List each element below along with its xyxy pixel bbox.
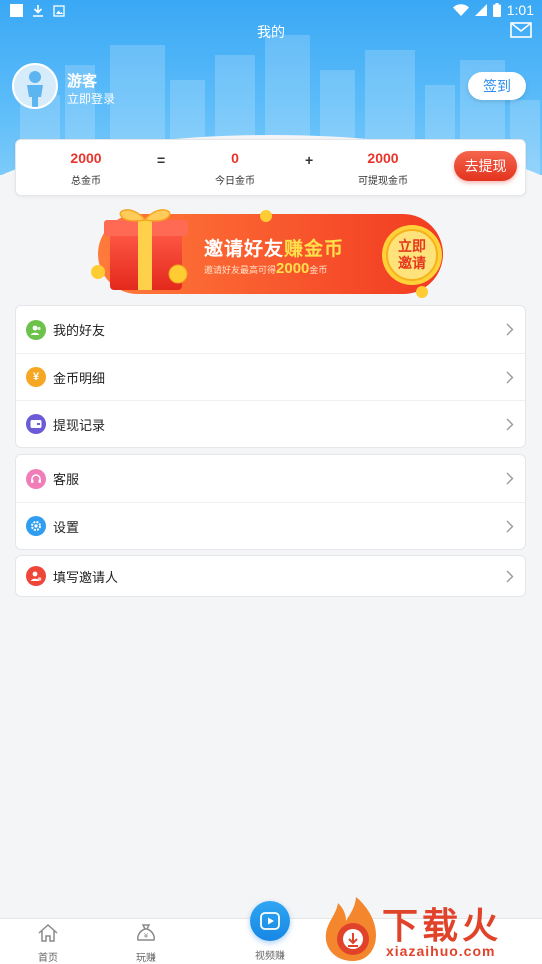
watermark-domain: xiazaihuo.com [386,943,496,959]
avatar[interactable] [12,63,58,109]
sign-in-button[interactable]: 签到 [468,72,526,100]
today-coins-label: 今日金币 [215,176,255,187]
menu-label-withdraw-records: 提现记录 [53,417,106,433]
banner-title-earn: 赚金币 [284,239,345,260]
menu-item-coin-details[interactable]: ¥ 金币明细 [16,353,525,400]
menu-label-customer-service: 客服 [53,472,80,487]
menu-item-enter-inviter[interactable]: 填写邀请人 [16,556,525,596]
chevron-right-icon [506,520,514,533]
menu-item-customer-service[interactable]: 客服 [16,455,525,502]
menu-group-support: 客服 设置 [15,454,526,550]
withdrawable-coins-value: 2000 [367,150,399,166]
guest-avatar-icon [14,65,56,107]
menu-item-withdraw-records[interactable]: 提现记录 [16,400,525,447]
nav-video-earn-button[interactable] [250,901,290,941]
chevron-right-icon [506,418,514,431]
chevron-right-icon [506,472,514,485]
nav-play-earn[interactable]: ¥ 玩赚 [116,923,176,964]
home-icon [38,923,58,942]
flame-logo-icon [325,897,376,961]
banner-subtitle-amount: 2000 [276,260,310,277]
banner-subtitle-prefix: 邀请好友最高可得 [204,265,277,275]
nav-home[interactable]: 首页 [18,923,78,964]
status-time: 1:01 [506,2,534,18]
banner-cta-line1[interactable]: 立即 [387,238,437,255]
download-icon [33,5,43,17]
wifi-icon [452,4,469,16]
menu-group-account: 我的好友 ¥ 金币明细 提现记录 [15,305,526,448]
chevron-right-icon [506,323,514,336]
chevron-right-icon [506,371,514,384]
total-coins-label: 总金币 [71,176,101,187]
menu-item-my-friends[interactable]: 我的好友 [16,306,525,353]
banner-cta-line2[interactable]: 邀请 [387,255,437,272]
status-bar: 1:01 [0,0,542,22]
video-play-icon [260,912,280,930]
signal-icon [474,4,487,16]
banner-subtitle-suffix: 金币 [309,265,328,275]
app-notification-icon [10,4,23,17]
menu-label-coin-details: 金币明细 [53,370,106,386]
today-coins-value: 0 [231,150,239,166]
yuan-coin-icon: ¥ [26,367,46,387]
gear-icon [26,516,46,536]
invite-friends-banner[interactable]: 邀请好友赚金币 邀请好友最高可得2000金币 立即 邀请 [86,200,456,300]
menu-label-settings: 设置 [53,519,80,535]
battery-icon [492,3,501,17]
watermark-brand: 下载火 [382,906,503,947]
menu-group-invite: 填写邀请人 [15,555,526,597]
menu-label-my-friends: 我的好友 [53,323,106,338]
headset-icon [26,468,46,489]
chevron-right-icon [506,570,514,583]
menu-item-settings[interactable]: 设置 [16,502,525,549]
withdrawable-coins-label: 可提现金币 [358,176,408,187]
equals-sign: = [157,152,166,168]
login-link[interactable]: 立即登录 [67,90,115,107]
total-coins: 2000 总金币 [41,150,131,187]
watermark: 下载火 xiazaihuo.com [320,893,542,964]
friends-icon [26,319,46,340]
mail-icon[interactable] [510,22,532,38]
invite-person-icon [26,566,46,586]
svg-text:¥: ¥ [144,932,149,940]
withdraw-button[interactable]: 去提现 [454,151,517,181]
photo-icon [53,4,65,17]
plus-sign: + [305,152,314,168]
coins-summary-card: 2000 总金币 = 0 今日金币 + 2000 可提现金币 去提现 [15,139,526,196]
total-coins-value: 2000 [70,150,102,166]
nav-video-earn-label[interactable]: 视频赚 [240,947,300,962]
user-name: 游客 [67,73,98,90]
menu-label-enter-inviter: 填写邀请人 [53,569,119,585]
money-bag-icon: ¥ [137,924,155,941]
today-coins: 0 今日金币 [190,150,280,187]
banner-title-invite: 邀请好友 [204,239,285,260]
nav-home-label: 首页 [38,953,58,964]
wallet-icon [26,414,46,434]
page-title: 我的 [257,24,285,40]
withdrawable-coins: 2000 可提现金币 [338,150,428,187]
nav-play-earn-label: 玩赚 [136,953,156,964]
